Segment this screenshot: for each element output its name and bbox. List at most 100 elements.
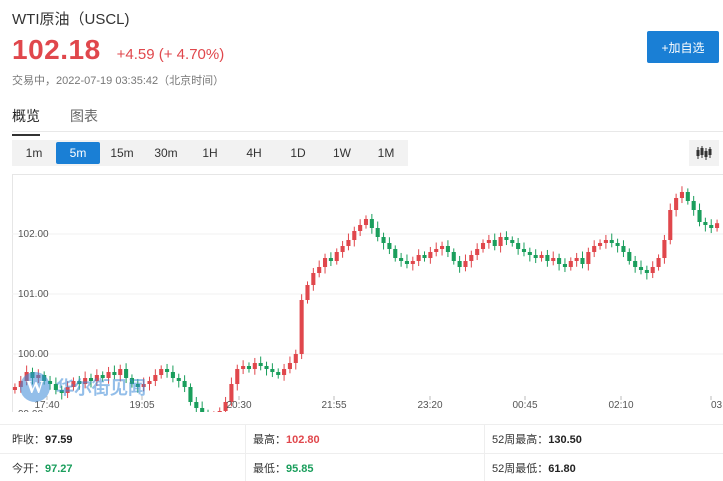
candle-body [457, 261, 462, 267]
candle-body [322, 258, 328, 267]
candle-body [381, 237, 386, 243]
candle-body [387, 243, 392, 249]
last-price: 102.18 [12, 34, 101, 65]
candle-body [346, 240, 351, 246]
stat-label: 今开： [12, 463, 45, 475]
candle-body [527, 252, 532, 255]
period-30m[interactable]: 30m [144, 142, 188, 164]
candle-body [703, 222, 708, 225]
candle-body [311, 273, 316, 285]
candle-body [603, 240, 608, 243]
stat-value: 97.27 [45, 463, 73, 475]
x-tick-label: 20:30 [226, 400, 251, 411]
candle-body [317, 267, 322, 273]
candle-body [510, 240, 515, 243]
chart-type-button[interactable] [689, 140, 719, 166]
candle-body [440, 246, 445, 249]
candle-body [615, 243, 620, 246]
candle-body [416, 255, 421, 261]
period-15m[interactable]: 15m [100, 142, 144, 164]
candle-body [697, 210, 702, 222]
candle-body [551, 258, 556, 261]
candle-body [194, 402, 199, 408]
trading-status: 交易中，2022-07-19 03:35:42（北京时间） [12, 75, 225, 87]
candle-body [404, 261, 410, 264]
candle-body [674, 198, 679, 210]
stat-value: 61.80 [548, 463, 576, 475]
stats-row: 今开：97.27 最低：95.85 52周最低：61.80 [0, 453, 723, 481]
candle-body [480, 243, 486, 249]
candle-body [434, 249, 439, 252]
watermark-text: 华尔街见闻 [56, 378, 146, 399]
period-4h[interactable]: 4H [232, 142, 276, 164]
candle-body [533, 255, 538, 258]
add-to-watchlist-button[interactable]: +加自选 [647, 31, 719, 63]
candle-body [358, 225, 363, 231]
stat-high: 最高：102.80 [253, 431, 320, 447]
candle-body [170, 372, 175, 378]
candle-body [334, 252, 339, 261]
candle-body [393, 249, 398, 258]
period-1h[interactable]: 1H [188, 142, 232, 164]
candle-body [252, 363, 257, 369]
period-1d[interactable]: 1D [276, 142, 320, 164]
candle-body [258, 363, 263, 366]
candle-body [363, 219, 369, 225]
candle-body [463, 261, 468, 267]
candle-body [12, 387, 17, 390]
candle-body [574, 258, 579, 261]
candle-body [475, 249, 480, 255]
candle-body [235, 369, 240, 384]
candle-body [644, 270, 649, 273]
candle-body [668, 210, 673, 240]
stat-label: 52周最低： [492, 463, 549, 475]
candle-body [685, 192, 690, 201]
x-tick-label: 00:45 [512, 400, 537, 411]
candle-body [656, 258, 661, 267]
candle-body [638, 267, 644, 270]
stat-52w-high: 52周最高：130.50 [492, 431, 582, 447]
candle-body [662, 240, 667, 258]
tabs-divider [12, 131, 723, 132]
stat-label: 昨收： [12, 434, 45, 446]
candle-body [650, 267, 655, 273]
stat-open: 今开：97.27 [12, 460, 73, 476]
candle-body [340, 246, 345, 252]
candle-body [568, 261, 573, 267]
candle-body [287, 363, 292, 369]
candle-body [375, 228, 380, 237]
candle-body [709, 225, 714, 228]
stat-value: 130.50 [548, 434, 582, 446]
candle-body [469, 255, 474, 261]
candlestick-icon [696, 146, 712, 160]
candle-body [270, 369, 275, 372]
candle-body [153, 375, 158, 381]
candle-body [504, 237, 509, 240]
candle-body [633, 261, 638, 267]
candle-body [246, 366, 252, 369]
period-1w[interactable]: 1W [320, 142, 364, 164]
y-tick-label: 100.00 [18, 349, 49, 360]
candle-body [399, 258, 404, 261]
period-1mo[interactable]: 1M [364, 142, 408, 164]
candle-body [592, 246, 597, 252]
stat-52w-low: 52周最低：61.80 [492, 460, 576, 476]
x-tick-label: 03:3 [711, 400, 723, 411]
stat-prev-close: 昨收：97.59 [12, 431, 73, 447]
period-5m[interactable]: 5m [56, 142, 100, 164]
candle-body [498, 237, 503, 246]
candle-body [276, 372, 281, 375]
candle-body [264, 366, 269, 369]
candle-body [445, 246, 450, 252]
price-change: +4.59 (+ 4.70%) [116, 46, 225, 63]
candle-body [609, 240, 614, 243]
candle-body [299, 300, 304, 354]
period-1m[interactable]: 1m [12, 142, 56, 164]
candle-body [241, 366, 246, 369]
stats-divider [484, 424, 485, 481]
stats-table: 昨收：97.59 最高：102.80 52周最高：130.50 今开：97.27… [0, 424, 723, 481]
candle-body [691, 201, 696, 210]
candle-body [182, 381, 187, 387]
candle-body [521, 249, 527, 252]
candle-body [715, 223, 720, 228]
